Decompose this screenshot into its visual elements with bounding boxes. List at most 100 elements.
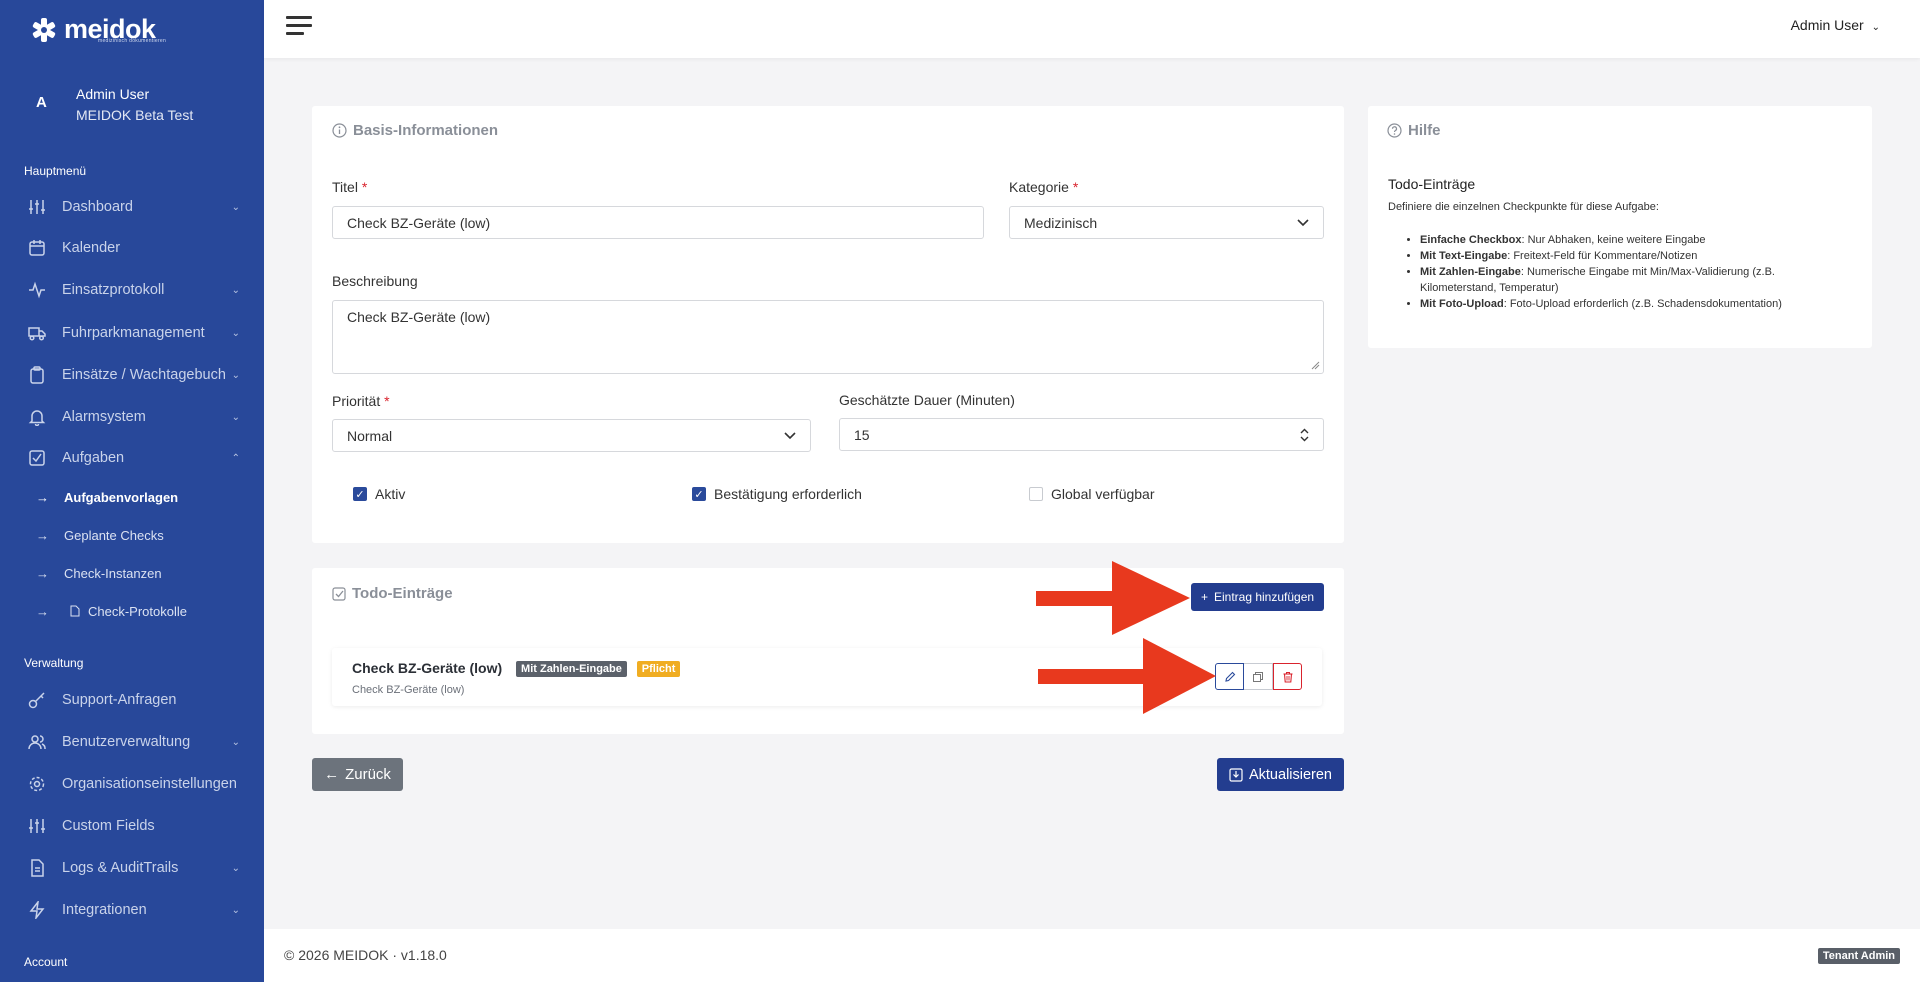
todo-item-actions [1215, 663, 1302, 690]
sidebar-item-label: Custom Fields [62, 818, 155, 834]
update-button[interactable]: Aktualisieren [1217, 758, 1344, 791]
sidebar-item-benutzerverwaltung[interactable]: Benutzerverwaltung ⌄ [0, 724, 264, 760]
card-header: Todo-Einträge [332, 585, 453, 602]
footer: © 2026 MEIDOK · v1.18.0 Tenant Admin [264, 929, 1920, 982]
checkmark-icon: ✓ [692, 487, 706, 501]
card-title: Hilfe [1408, 122, 1441, 139]
aktiv-checkbox-label: Aktiv [375, 486, 406, 502]
sidebar-item-alarmsystem[interactable]: Alarmsystem ⌄ [0, 399, 264, 435]
delete-button[interactable] [1273, 663, 1302, 690]
sidebar-item-aufgaben[interactable]: Aufgaben ⌃ [0, 440, 264, 476]
sidebar-subitem-check-instanzen[interactable]: → Check-Instanzen [0, 558, 264, 588]
sidebar-subitem-geplante-checks[interactable]: → Geplante Checks [0, 520, 264, 550]
beschreibung-textarea[interactable]: Check BZ-Geräte (low) [332, 300, 1324, 374]
sidebar-item-label: Organisationseinstellungen [62, 776, 237, 792]
plus-icon: + [1200, 590, 1208, 604]
help-list-item: Mit Zahlen-Eingabe: Numerische Eingabe m… [1420, 264, 1840, 296]
titel-input[interactable]: Check BZ-Geräte (low) [332, 206, 984, 239]
sidebar-item-label: Aufgaben [62, 450, 125, 466]
sidebar-item-fuhrparkmanagement[interactable]: Fuhrparkmanagement ⌄ [0, 315, 264, 351]
topbar: Admin User ⌄ [264, 0, 1920, 58]
todo-item-header: Check BZ-Geräte (low) Mit Zahlen-Eingabe… [352, 660, 681, 678]
arrow-right-icon: → [36, 527, 49, 543]
sidebar-item-organisation[interactable]: Organisationseinstellungen [0, 766, 264, 802]
sidebar-item-label: Kalender [62, 240, 121, 256]
help-list-item: Mit Foto-Upload: Foto-Upload erforderlic… [1420, 296, 1840, 312]
edit-button[interactable] [1215, 663, 1244, 690]
help-list: Einfache Checkbox: Nur Abhaken, keine we… [1420, 232, 1840, 312]
sidebar-item-label: Dashboard [62, 199, 133, 215]
chevron-down-icon: ⌄ [231, 904, 240, 916]
sidebar-user-org: MEIDOK Beta Test [76, 107, 194, 123]
kategorie-label: Kategorie * [1009, 179, 1079, 195]
sidebar-item-label: Fuhrparkmanagement [62, 325, 205, 341]
info-icon [332, 123, 347, 138]
sidebar: meidok medizinisch dokumentieren A Admin… [0, 0, 264, 982]
type-badge: Mit Zahlen-Eingabe [516, 661, 627, 678]
key-icon [28, 691, 46, 709]
section-title-admin: Verwaltung [24, 656, 84, 670]
check-square-icon [332, 586, 346, 601]
card-title: Todo-Einträge [352, 585, 453, 602]
sidebar-item-einsaetze[interactable]: Einsätze / Wachtagebuch ⌄ [0, 357, 264, 393]
clipboard-icon [28, 366, 46, 384]
sidebar-item-label: Benutzerverwaltung [62, 734, 191, 750]
resize-handle-icon[interactable] [1311, 361, 1320, 370]
help-heading: Todo-Einträge [1388, 176, 1476, 192]
global-checkbox[interactable]: Global verfügbar [1029, 486, 1155, 502]
tenant-badge: Tenant Admin [1817, 948, 1900, 964]
bestaetigung-checkbox-label: Bestätigung erforderlich [714, 486, 862, 502]
bell-icon [28, 408, 46, 426]
sidebar-item-custom-fields[interactable]: Custom Fields [0, 808, 264, 844]
avatar: A [36, 94, 47, 111]
sidebar-subitem-label: Check-Instanzen [64, 565, 162, 581]
chevron-down-icon: ⌄ [231, 284, 240, 296]
global-checkbox-label: Global verfügbar [1051, 486, 1155, 502]
basis-info-card: Basis-Informationen Titel * Check BZ-Ger… [312, 106, 1344, 543]
sidebar-item-einsatzprotokoll[interactable]: Einsatzprotokoll ⌄ [0, 272, 264, 308]
trash-icon [1283, 671, 1292, 683]
save-icon [1229, 767, 1243, 782]
file-icon [70, 605, 80, 617]
beschreibung-value: Check BZ-Geräte (low) [347, 309, 491, 325]
star-of-life-icon [32, 17, 56, 42]
prioritaet-select[interactable]: Normal [332, 419, 811, 452]
chevron-down-icon [1297, 218, 1309, 226]
sidebar-item-logs[interactable]: Logs & AuditTrails ⌄ [0, 850, 264, 886]
sliders-icon [28, 817, 46, 835]
user-menu[interactable]: Admin User ⌄ [1791, 17, 1880, 33]
sidebar-item-dashboard[interactable]: Dashboard ⌄ [0, 189, 264, 225]
back-button[interactable]: ← Zurück [312, 758, 403, 791]
add-entry-button[interactable]: + Eintrag hinzufügen [1191, 583, 1324, 611]
chevron-down-icon: ⌄ [231, 862, 240, 874]
beschreibung-label: Beschreibung [332, 273, 418, 289]
dauer-input[interactable]: 15 [839, 418, 1324, 451]
titel-label: Titel * [332, 179, 368, 195]
help-list-item: Mit Text-Eingabe: Freitext-Feld für Komm… [1420, 248, 1840, 264]
sidebar-item-integrationen[interactable]: Integrationen ⌄ [0, 892, 264, 928]
sidebar-subitem-check-protokolle[interactable]: → Check-Protokolle [0, 596, 264, 626]
sidebar-subitem-label: Geplante Checks [64, 527, 164, 543]
dauer-label: Geschätzte Dauer (Minuten) [839, 392, 1015, 408]
sidebar-subitem-aufgabenvorlagen[interactable]: → Aufgabenvorlagen [0, 482, 264, 512]
duplicate-button[interactable] [1244, 663, 1273, 690]
sidebar-item-kalender[interactable]: Kalender [0, 230, 264, 266]
sidebar-item-support[interactable]: Support-Anfragen [0, 682, 264, 718]
sidebar-item-label: Support-Anfragen [62, 692, 177, 708]
truck-icon [28, 324, 46, 342]
stepper-icon[interactable] [1300, 428, 1309, 442]
update-label: Aktualisieren [1248, 766, 1332, 783]
aktiv-checkbox[interactable]: ✓ Aktiv [353, 486, 405, 502]
annotation-arrow-icon [1038, 638, 1216, 714]
kategorie-select[interactable]: Medizinisch [1009, 206, 1324, 239]
arrow-right-icon: → [36, 489, 49, 505]
sidebar-user[interactable]: A Admin User MEIDOK Beta Test [0, 70, 264, 140]
kategorie-value: Medizinisch [1024, 214, 1098, 231]
sidebar-account-link[interactable]: Account [24, 955, 67, 969]
sidebar-item-label: Integrationen [62, 902, 147, 918]
prioritaet-value: Normal [347, 427, 393, 444]
calendar-icon [28, 239, 46, 257]
prioritaet-label: Priorität * [332, 393, 390, 409]
bestaetigung-checkbox[interactable]: ✓ Bestätigung erforderlich [692, 486, 862, 502]
menu-icon[interactable] [286, 16, 312, 38]
